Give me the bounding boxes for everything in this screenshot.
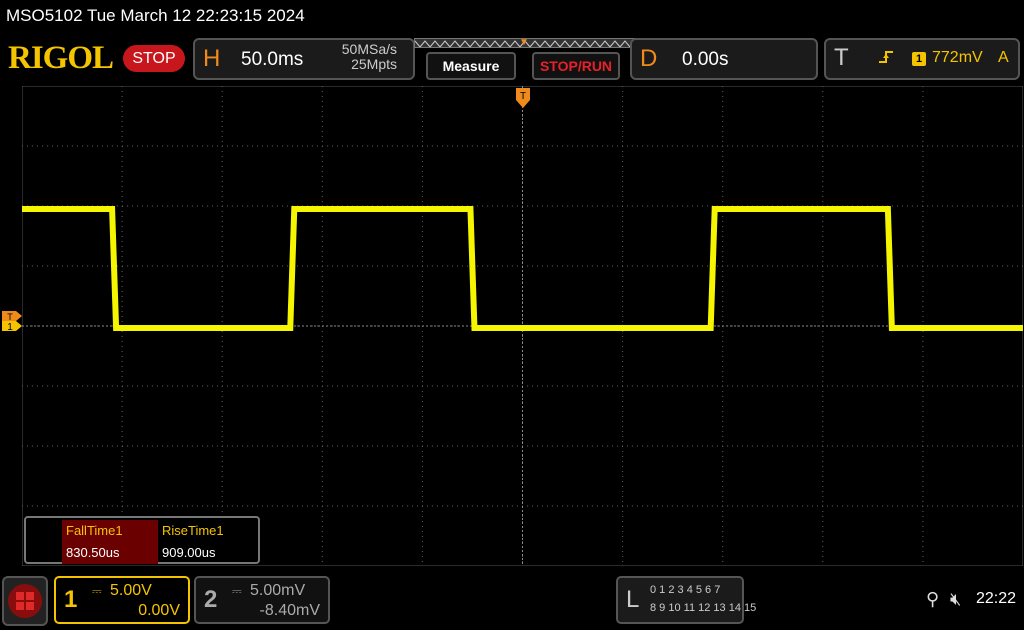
measurement-name: FallTime1	[62, 520, 158, 542]
speaker-mute-icon[interactable]: 🔇︎	[950, 589, 961, 610]
main-menu-button[interactable]	[2, 576, 48, 626]
trigger-level-label: T	[7, 312, 13, 322]
measurement-results[interactable]: FallTime1 830.50us RiseTime1 909.00us	[24, 516, 260, 564]
waveform-display[interactable]	[22, 86, 1023, 566]
channel2-scale: 5.00mV	[250, 582, 306, 599]
delay-value: 0.00s	[682, 49, 729, 70]
memory-cursor-icon: ▼	[519, 38, 529, 48]
sample-rate: 50MSa/s	[341, 41, 397, 57]
channel1-label: 1	[7, 322, 13, 332]
trigger-source: 1	[912, 52, 926, 66]
channel1-offset-marker[interactable]: T 1	[2, 310, 24, 332]
dc-coupling-icon: ⎓	[232, 584, 242, 598]
horizontal-letter: H	[203, 45, 221, 72]
menu-grid-icon	[8, 584, 42, 618]
timebase-value: 50.0ms	[241, 49, 304, 70]
acquisition-info: 50MSa/s 25Mpts	[342, 42, 397, 72]
trigger-position-marker[interactable]: T	[516, 88, 530, 110]
trigger-letter: T	[834, 44, 849, 71]
logic-channels-row2: 8 9 10 11 12 13 14 15	[650, 602, 757, 614]
logic-channels-row1: 0 1 2 3 4 5 6 7	[650, 584, 721, 596]
measure-button[interactable]: Measure	[426, 52, 516, 80]
rigol-logo: RIGOL	[8, 40, 114, 76]
channel2-number: 2	[204, 586, 218, 613]
memory-position-strip: ▼	[414, 38, 636, 48]
stop-run-button[interactable]: STOP/RUN	[532, 52, 620, 80]
usb-icon: ⚲	[926, 589, 940, 609]
measurement-value: 909.00us	[162, 545, 216, 560]
clock: 22:22	[976, 590, 1017, 607]
channel1-scale: 5.00V	[110, 582, 152, 599]
trigger-mode: A	[998, 49, 1009, 66]
delay-panel[interactable]: D 0.00s	[630, 38, 818, 80]
measurement-name: RiseTime1	[162, 523, 224, 538]
channel1-number: 1	[64, 586, 78, 613]
dc-coupling-icon: ⎓	[92, 584, 102, 598]
delay-letter: D	[640, 45, 658, 72]
logic-analyzer-panel[interactable]: L 0 1 2 3 4 5 6 7 8 9 10 11 12 13 14 15	[616, 576, 756, 624]
channel2-offset: -8.40mV	[259, 602, 320, 619]
model-and-datetime: MSO5102 Tue March 12 22:23:15 2024	[6, 6, 305, 25]
trigger-position-label: T	[520, 91, 526, 102]
memory-depth: 25Mpts	[351, 56, 397, 72]
channel1-panel[interactable]: 1 ⎓ 5.00V 0.00V	[54, 576, 190, 624]
rising-edge-icon	[878, 49, 894, 70]
channel1-offset: 0.00V	[138, 602, 180, 619]
horizontal-panel[interactable]: H 50.0ms 50MSa/s 25Mpts	[193, 38, 415, 80]
logic-letter: L	[626, 586, 640, 613]
measurement-value: 830.50us	[62, 542, 158, 564]
channel2-panel[interactable]: 2 ⎓ 5.00mV -8.40mV	[194, 576, 330, 624]
trigger-level: 772mV	[932, 49, 983, 66]
title-bar: MSO5102 Tue March 12 22:23:15 2024	[0, 0, 1024, 32]
trigger-panel[interactable]: T 1 772mV A	[824, 38, 1020, 80]
run-state-badge: STOP	[123, 45, 185, 72]
